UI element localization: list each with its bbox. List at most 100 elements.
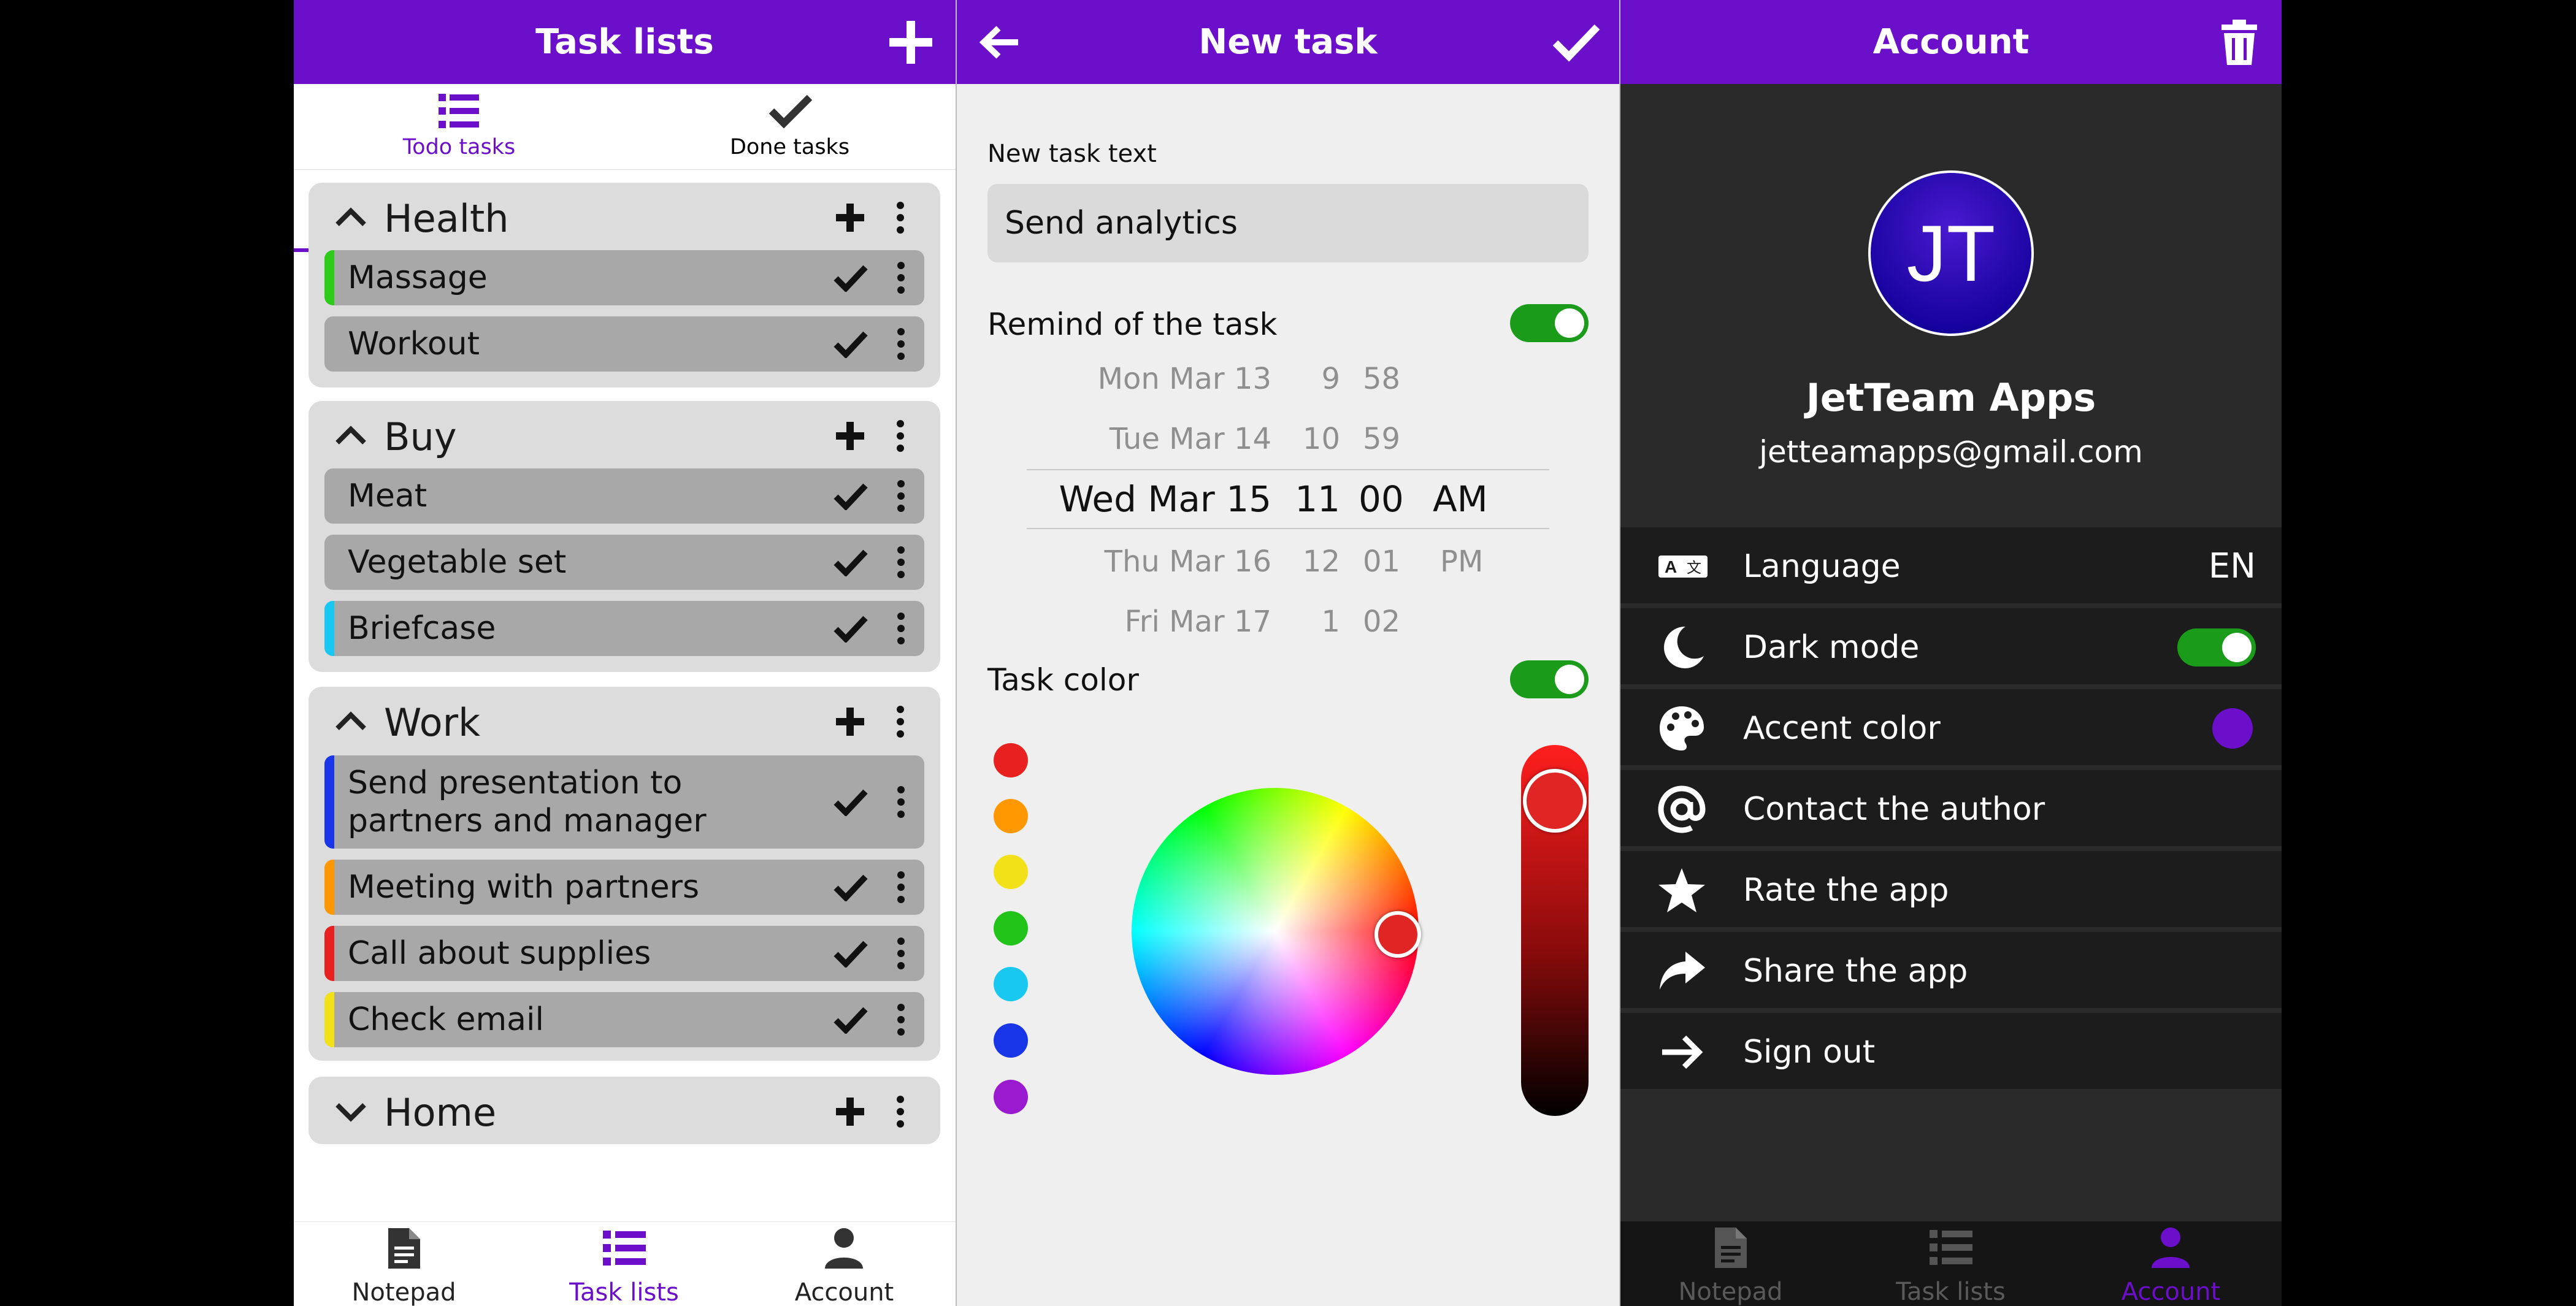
group-header[interactable]: Health xyxy=(309,183,940,250)
task-text-field[interactable] xyxy=(987,184,1589,262)
picker-day-selected[interactable]: Wed Mar 15 xyxy=(1059,478,1271,520)
color-swatch-green[interactable] xyxy=(994,911,1028,945)
accent-color-swatch[interactable] xyxy=(2212,708,2253,749)
more-vertical-icon[interactable] xyxy=(897,612,905,645)
color-swatch-red[interactable] xyxy=(994,743,1028,777)
picker-hour-selected[interactable]: 11 xyxy=(1295,478,1340,520)
task-text-input[interactable] xyxy=(1005,184,1569,262)
nav-account[interactable]: Account xyxy=(734,1222,954,1306)
picker-minute[interactable]: 02 xyxy=(1363,605,1400,639)
setting-contact-author[interactable]: Contact the author xyxy=(1620,770,2282,849)
nav-notepad[interactable]: Notepad xyxy=(294,1222,514,1306)
more-vertical-icon[interactable] xyxy=(897,1003,905,1036)
task-item[interactable]: Send presentation to partners and manage… xyxy=(324,755,924,849)
tab-done-tasks[interactable]: Done tasks xyxy=(624,84,955,170)
task-color-toggle[interactable] xyxy=(1510,660,1589,698)
nav-task-lists[interactable]: Task lists xyxy=(514,1222,734,1306)
color-wheel-handle[interactable] xyxy=(1374,911,1421,958)
check-icon[interactable] xyxy=(834,548,868,576)
picker-hour[interactable]: 1 xyxy=(1321,605,1340,639)
check-icon[interactable] xyxy=(834,873,868,901)
group-header[interactable]: Buy xyxy=(309,401,940,468)
chevron-up-icon[interactable] xyxy=(334,424,367,445)
picker-day[interactable]: Thu Mar 16 xyxy=(1105,544,1271,579)
color-swatch-orange[interactable] xyxy=(994,799,1028,833)
new-task-screen: New task New task text Remind of the tas… xyxy=(957,0,1619,1306)
group-header[interactable]: Home xyxy=(309,1077,940,1144)
chevron-up-icon[interactable] xyxy=(334,206,367,227)
check-icon[interactable] xyxy=(834,614,868,643)
picker-day[interactable]: Fri Mar 17 xyxy=(1125,605,1271,639)
picker-minute[interactable]: 58 xyxy=(1363,362,1400,396)
color-swatch-yellow[interactable] xyxy=(994,855,1028,889)
more-vertical-icon[interactable] xyxy=(896,419,905,453)
picker-hour[interactable]: 9 xyxy=(1321,362,1340,396)
task-item[interactable]: Meat xyxy=(324,468,924,524)
chevron-down-icon[interactable] xyxy=(334,1101,367,1122)
more-vertical-icon[interactable] xyxy=(897,261,905,294)
picker-day[interactable]: Mon Mar 13 xyxy=(1098,362,1271,396)
more-vertical-icon[interactable] xyxy=(897,327,905,361)
picker-hour[interactable]: 10 xyxy=(1303,422,1340,456)
more-vertical-icon[interactable] xyxy=(896,705,905,738)
task-text: Vegetable set xyxy=(348,544,567,581)
more-vertical-icon[interactable] xyxy=(897,785,905,819)
picker-ampm-selected[interactable]: AM xyxy=(1433,478,1488,520)
color-swatch-cyan[interactable] xyxy=(994,967,1028,1001)
confirm-check-icon[interactable] xyxy=(1551,17,1601,67)
nav-label: Notepad xyxy=(351,1278,456,1306)
more-vertical-icon[interactable] xyxy=(896,201,905,234)
more-vertical-icon[interactable] xyxy=(896,1095,905,1128)
tab-todo-tasks[interactable]: Todo tasks xyxy=(294,84,624,170)
more-vertical-icon[interactable] xyxy=(897,937,905,970)
nav-notepad[interactable]: Notepad xyxy=(1620,1221,1841,1306)
task-item[interactable]: Vegetable set xyxy=(324,535,924,590)
color-swatch-blue[interactable] xyxy=(994,1023,1028,1058)
setting-rate-app[interactable]: Rate the app xyxy=(1620,851,2282,930)
setting-accent-color[interactable]: Accent color xyxy=(1620,689,2282,768)
picker-ampm[interactable]: PM xyxy=(1440,544,1483,579)
nav-account[interactable]: Account xyxy=(2061,1221,2281,1306)
more-vertical-icon[interactable] xyxy=(897,871,905,904)
picker-minute[interactable]: 01 xyxy=(1363,544,1400,579)
check-icon[interactable] xyxy=(834,939,868,968)
setting-sign-out[interactable]: Sign out xyxy=(1620,1013,2282,1091)
picker-hour[interactable]: 12 xyxy=(1303,544,1340,579)
picker-divider xyxy=(1027,469,1549,470)
task-item[interactable]: Massage xyxy=(324,250,924,305)
task-item[interactable]: Workout xyxy=(324,316,924,372)
nav-label: Account xyxy=(794,1278,894,1306)
task-color-stripe xyxy=(324,926,334,981)
add-task-icon[interactable] xyxy=(835,202,865,233)
setting-language[interactable]: A文 Language EN xyxy=(1620,527,2282,606)
setting-share-app[interactable]: Share the app xyxy=(1620,932,2282,1010)
nav-task-lists[interactable]: Task lists xyxy=(1841,1221,2061,1306)
color-swatch-purple[interactable] xyxy=(994,1080,1028,1114)
group-header[interactable]: Work xyxy=(309,687,940,754)
dark-mode-toggle[interactable] xyxy=(2177,628,2256,666)
more-vertical-icon[interactable] xyxy=(897,479,905,513)
check-icon[interactable] xyxy=(834,482,868,510)
picker-minute[interactable]: 59 xyxy=(1363,422,1400,456)
chevron-up-icon[interactable] xyxy=(334,710,367,731)
brightness-slider-handle[interactable] xyxy=(1523,769,1587,833)
remind-toggle[interactable] xyxy=(1510,304,1589,342)
add-task-icon[interactable] xyxy=(835,421,865,451)
add-task-icon[interactable] xyxy=(835,1096,865,1127)
task-item[interactable]: Check email xyxy=(324,992,924,1047)
check-icon[interactable] xyxy=(834,330,868,358)
task-item[interactable]: Call about supplies xyxy=(324,926,924,981)
add-task-icon[interactable] xyxy=(835,706,865,737)
task-item[interactable]: Briefcase xyxy=(324,601,924,656)
add-list-icon[interactable] xyxy=(886,17,936,67)
check-icon[interactable] xyxy=(834,264,868,292)
trash-icon[interactable] xyxy=(2214,17,2264,67)
task-item[interactable]: Meeting with partners xyxy=(324,860,924,915)
picker-minute-selected[interactable]: 00 xyxy=(1359,478,1404,520)
avatar[interactable]: JT xyxy=(1868,170,2034,336)
setting-dark-mode[interactable]: Dark mode xyxy=(1620,608,2282,687)
check-icon[interactable] xyxy=(834,1006,868,1034)
check-icon[interactable] xyxy=(834,788,868,816)
more-vertical-icon[interactable] xyxy=(897,546,905,579)
picker-day[interactable]: Tue Mar 14 xyxy=(1110,422,1271,456)
